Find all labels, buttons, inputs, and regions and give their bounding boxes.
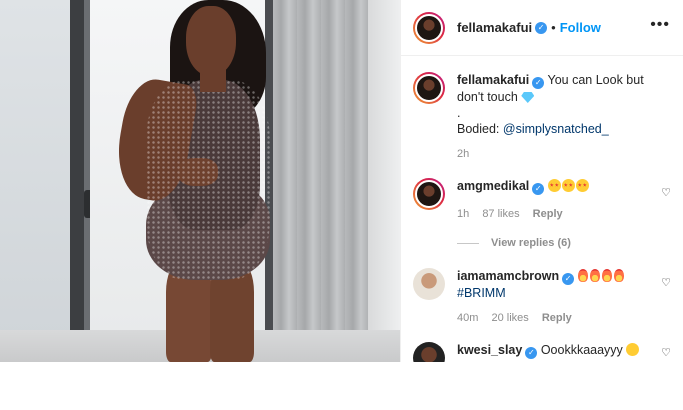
caption-username[interactable]: fellamakafui bbox=[457, 73, 529, 87]
heart-icon[interactable]: ♡ bbox=[661, 186, 671, 199]
caption-bodied: Bodied: @simplysnatched_ bbox=[457, 121, 651, 137]
verified-badge-icon: ✓ bbox=[532, 183, 545, 195]
window-glass bbox=[0, 0, 70, 362]
comment-avatar[interactable] bbox=[413, 178, 445, 210]
view-replies-label[interactable]: View replies (6) bbox=[491, 237, 571, 249]
curtain-edge bbox=[368, 0, 400, 362]
person-face bbox=[186, 6, 236, 76]
verified-badge-icon: ✓ bbox=[562, 273, 575, 285]
replies-dash bbox=[457, 242, 479, 244]
header-username[interactable]: fellamakafui bbox=[457, 20, 532, 35]
comment-username[interactable]: iamamamcbrown bbox=[457, 269, 559, 283]
star-struck-emoji-icon bbox=[561, 179, 575, 192]
avatar[interactable] bbox=[413, 11, 445, 44]
star-struck-emoji-icon bbox=[575, 179, 589, 192]
comment-username[interactable]: amgmedikal bbox=[457, 179, 529, 193]
more-options-icon[interactable]: ••• bbox=[650, 17, 670, 33]
comment-body: amgmedikal ✓ 1h 87 likes Reply bbox=[457, 178, 651, 222]
post-header: fellamakafui ✓ • Follow ••• bbox=[401, 0, 683, 56]
heart-icon[interactable]: ♡ bbox=[661, 276, 671, 289]
fire-emoji-icon bbox=[613, 269, 624, 282]
comment-likes[interactable]: 20 likes bbox=[491, 312, 528, 324]
comment-text: Oookkkaaayyy bbox=[540, 343, 623, 357]
follow-button[interactable]: Follow bbox=[560, 20, 601, 35]
verified-badge-icon: ✓ bbox=[535, 21, 548, 34]
comment-likes[interactable]: 87 likes bbox=[482, 208, 519, 220]
comment-time[interactable]: 40m bbox=[457, 312, 478, 324]
comment-meta: 1h 87 likes Reply bbox=[457, 206, 651, 222]
heart-icon[interactable]: ♡ bbox=[661, 346, 671, 359]
caption-time[interactable]: 2h bbox=[457, 148, 469, 160]
caption-meta: 2h bbox=[457, 146, 651, 162]
post-photo[interactable] bbox=[0, 0, 400, 362]
fire-emoji-icon bbox=[601, 269, 612, 282]
mention-link[interactable]: @simplysnatched_ bbox=[503, 122, 609, 136]
reply-button[interactable]: Reply bbox=[533, 208, 563, 220]
comment-avatar[interactable] bbox=[413, 268, 445, 300]
comment-body: iamamamcbrown ✓ #BRIMM 40m 20 likes Reply bbox=[457, 268, 651, 326]
curtain bbox=[273, 0, 368, 362]
fire-emoji-icon bbox=[589, 269, 600, 282]
view-replies[interactable]: View replies (6) bbox=[457, 237, 571, 249]
smile-emoji-icon bbox=[626, 343, 640, 356]
comment-row: iamamamcbrown ✓ #BRIMM 40m 20 likes Reply… bbox=[413, 268, 679, 326]
hashtag-link[interactable]: #BRIMM bbox=[457, 285, 651, 301]
comment-meta: 40m 20 likes Reply bbox=[457, 310, 651, 326]
caption-body: fellamakafui ✓ You can Look but don't tou… bbox=[457, 72, 651, 162]
reply-button[interactable]: Reply bbox=[542, 312, 572, 324]
comment-row: amgmedikal ✓ 1h 87 likes Reply ♡ bbox=[413, 178, 679, 222]
verified-badge-icon: ✓ bbox=[525, 347, 538, 359]
caption-dot: . bbox=[457, 106, 461, 120]
caption-avatar[interactable] bbox=[413, 72, 445, 104]
page-background bbox=[0, 362, 683, 410]
comment-time[interactable]: 1h bbox=[457, 208, 469, 220]
window-frame bbox=[70, 0, 84, 362]
separator-dot: • bbox=[551, 20, 556, 35]
comment-username[interactable]: kwesi_slay bbox=[457, 343, 522, 357]
mesh-dress bbox=[146, 80, 270, 280]
verified-badge-icon: ✓ bbox=[532, 77, 545, 89]
bodied-label: Bodied: bbox=[457, 122, 500, 136]
fire-emoji-icon bbox=[577, 269, 588, 282]
caption-row: fellamakafui ✓ You can Look but don't tou… bbox=[413, 72, 679, 162]
gem-icon bbox=[521, 92, 535, 103]
star-struck-emoji-icon bbox=[547, 179, 561, 192]
post-side-panel: fellamakafui ✓ • Follow ••• fellamakafui… bbox=[400, 0, 683, 374]
